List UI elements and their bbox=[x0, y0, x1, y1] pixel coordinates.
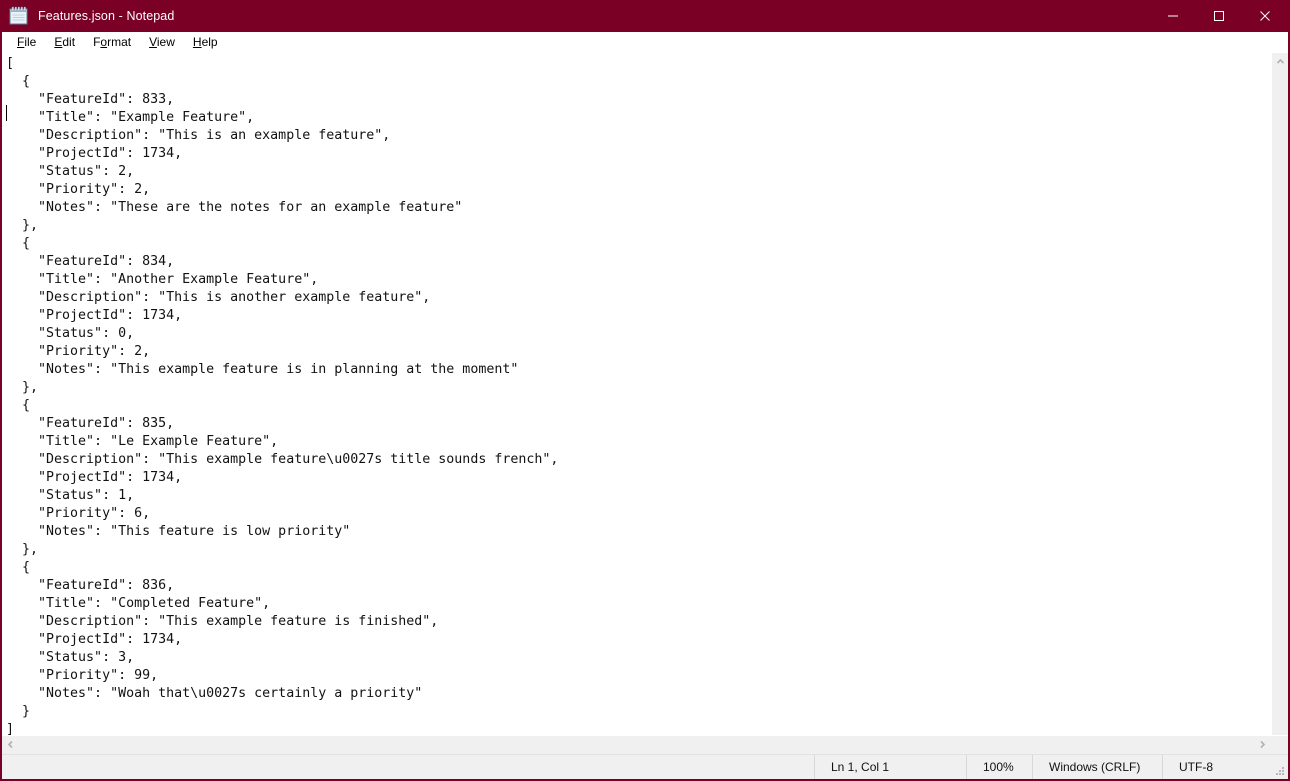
menu-item-edit[interactable]: Edit bbox=[45, 32, 84, 53]
text-editor[interactable]: [ { "FeatureId": 833, "Title": "Example … bbox=[2, 53, 1271, 735]
title-bar[interactable]: Features.json - Notepad bbox=[2, 0, 1288, 31]
scroll-left-button[interactable] bbox=[2, 736, 19, 753]
editor-region: [ { "FeatureId": 833, "Title": "Example … bbox=[2, 53, 1288, 735]
editor-content[interactable]: [ { "FeatureId": 833, "Title": "Example … bbox=[6, 55, 1271, 735]
close-icon bbox=[1260, 10, 1270, 21]
close-button[interactable] bbox=[1242, 0, 1288, 31]
menu-item-view[interactable]: View bbox=[140, 32, 184, 53]
resize-grip[interactable] bbox=[1272, 755, 1288, 779]
window-controls bbox=[1150, 0, 1288, 31]
window-title: Features.json - Notepad bbox=[38, 8, 175, 23]
notepad-icon bbox=[9, 6, 28, 24]
menu-item-format[interactable]: Format bbox=[84, 32, 140, 53]
status-bar: Ln 1, Col 1 100% Windows (CRLF) UTF-8 bbox=[2, 754, 1288, 779]
maximize-button[interactable] bbox=[1196, 0, 1242, 31]
chevron-left-icon bbox=[7, 740, 13, 749]
menu-item-help[interactable]: Help bbox=[184, 32, 227, 53]
scroll-up-button[interactable] bbox=[1272, 53, 1289, 70]
vertical-scroll-track[interactable] bbox=[1272, 70, 1289, 735]
status-zoom-level[interactable]: 100% bbox=[966, 755, 1032, 779]
vertical-scrollbar[interactable] bbox=[1271, 53, 1288, 735]
horizontal-scrollbar[interactable] bbox=[2, 735, 1288, 754]
scroll-right-button[interactable] bbox=[1254, 736, 1271, 753]
notepad-window: Features.json - Notepad File Edit Format… bbox=[0, 0, 1290, 781]
menu-bar: File Edit Format View Help bbox=[2, 31, 1288, 53]
chevron-right-icon bbox=[1260, 740, 1266, 749]
horizontal-scroll-track[interactable] bbox=[19, 736, 1254, 753]
status-cursor-position[interactable]: Ln 1, Col 1 bbox=[814, 755, 966, 779]
resize-grip-icon bbox=[1276, 767, 1284, 775]
scrollbar-corner bbox=[1271, 736, 1288, 753]
chevron-up-icon bbox=[1276, 58, 1284, 64]
status-encoding[interactable]: UTF-8 bbox=[1162, 755, 1272, 779]
status-bar-spacer bbox=[2, 755, 814, 779]
minimize-button[interactable] bbox=[1150, 0, 1196, 31]
menu-item-file[interactable]: File bbox=[8, 32, 45, 53]
maximize-icon bbox=[1214, 10, 1224, 21]
status-line-ending[interactable]: Windows (CRLF) bbox=[1032, 755, 1162, 779]
minimize-icon bbox=[1168, 15, 1178, 16]
text-caret bbox=[6, 105, 7, 121]
